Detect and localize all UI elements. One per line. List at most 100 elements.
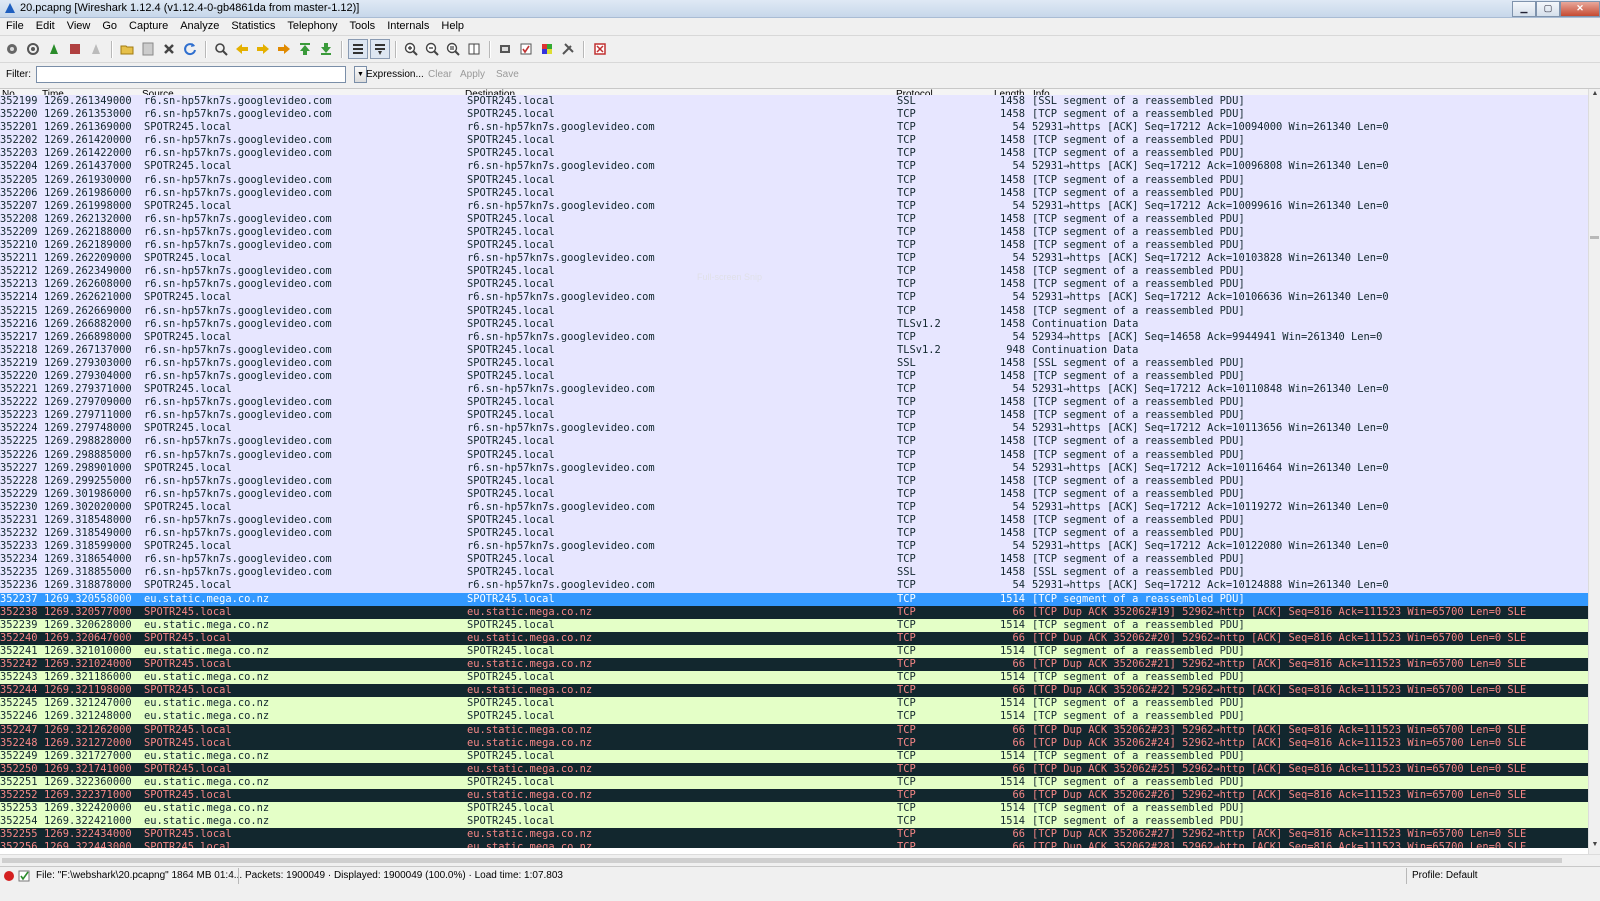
packet-row[interactable]: 352199 1269.261349000 r6.sn-hp57kn7s.googl…: [0, 95, 1588, 109]
scroll-down-icon[interactable]: ▼: [1591, 841, 1599, 848]
packet-row[interactable]: 352206 1269.261986000 r6.sn-hp57kn7s.googl…: [0, 186, 1588, 200]
packet-row[interactable]: 352202 1269.261420000 r6.sn-hp57kn7s.googl…: [0, 134, 1588, 148]
packet-row[interactable]: 352216 1269.266882000 r6.sn-hp57kn7s.googl…: [0, 317, 1588, 331]
packet-row[interactable]: 352210 1269.262189000 r6.sn-hp57kn7s.googl…: [0, 239, 1588, 253]
packet-row[interactable]: 352219 1269.279303000 r6.sn-hp57kn7s.googl…: [0, 356, 1588, 370]
start-capture-icon[interactable]: [45, 40, 63, 58]
packet-row[interactable]: 352201 1269.261369000 SPOTR245.local r6.sn-…: [0, 121, 1588, 135]
scroll-up-icon[interactable]: ▲: [1591, 90, 1599, 97]
packet-row[interactable]: 352252 1269.322371000 SPOTR245.local eu.sta…: [0, 788, 1588, 803]
packet-row[interactable]: 352220 1269.279304000 r6.sn-hp57kn7s.googl…: [0, 369, 1588, 384]
display-filter-input[interactable]: [36, 66, 346, 83]
zoom-in-icon[interactable]: [402, 40, 420, 58]
packet-row[interactable]: 352224 1269.279748000 SPOTR245.local r6.sn-…: [0, 422, 1588, 436]
scrollbar-thumb[interactable]: [1590, 236, 1599, 239]
packet-row[interactable]: 352221 1269.279371000 SPOTR245.local r6.sn-…: [0, 383, 1588, 397]
packet-row[interactable]: 352213 1269.262608000 r6.sn-hp57kn7s.googl…: [0, 278, 1588, 292]
go-back-icon[interactable]: [233, 40, 251, 58]
packet-row[interactable]: 352214 1269.262621000 SPOTR245.local r6.sn-…: [0, 291, 1588, 305]
packet-row[interactable]: 352232 1269.318549000 r6.sn-hp57kn7s.googl…: [0, 527, 1588, 541]
capture-filters-icon[interactable]: [496, 40, 514, 58]
preferences-icon[interactable]: [559, 40, 577, 58]
close-file-icon[interactable]: [160, 40, 178, 58]
menu-telephony[interactable]: Telephony: [281, 18, 343, 35]
display-filters-icon[interactable]: [517, 40, 535, 58]
packet-row[interactable]: 352227 1269.298901000 SPOTR245.local r6.sn-…: [0, 461, 1588, 475]
packet-row[interactable]: 352203 1269.261422000 r6.sn-hp57kn7s.googl…: [0, 147, 1588, 161]
help-icon[interactable]: [591, 40, 609, 58]
close-button[interactable]: ✕: [1560, 1, 1600, 17]
packet-row[interactable]: 352231 1269.318548000 r6.sn-hp57kn7s.googl…: [0, 514, 1588, 528]
packet-row[interactable]: 352247 1269.321262000 SPOTR245.local eu.sta…: [0, 723, 1588, 737]
packet-row[interactable]: 352215 1269.262669000 r6.sn-hp57kn7s.googl…: [0, 304, 1588, 318]
packet-row[interactable]: 352240 1269.320647000 SPOTR245.local eu.sta…: [0, 631, 1588, 645]
colorize-icon[interactable]: [348, 39, 368, 59]
scrollbar-thumb[interactable]: [2, 858, 1562, 863]
capture-comment-icon[interactable]: [18, 870, 30, 882]
packet-row[interactable]: 352228 1269.299255000 r6.sn-hp57kn7s.googl…: [0, 474, 1588, 488]
packet-row[interactable]: 352204 1269.261437000 SPOTR245.local r6.sn-…: [0, 160, 1588, 174]
selected-packet-row[interactable]: 352237 1269.320558000 eu.static.mega.co.nz…: [0, 592, 1588, 606]
vertical-scrollbar[interactable]: ▲ ▼: [1588, 89, 1600, 854]
packet-row[interactable]: 352246 1269.321248000 eu.static.mega.co.nz…: [0, 710, 1588, 724]
packet-row[interactable]: 352205 1269.261930000 r6.sn-hp57kn7s.googl…: [0, 173, 1588, 187]
packet-row[interactable]: 352207 1269.261998000 SPOTR245.local r6.sn-…: [0, 199, 1588, 213]
packet-row[interactable]: 352234 1269.318654000 r6.sn-hp57kn7s.googl…: [0, 553, 1588, 567]
packet-row[interactable]: 352211 1269.262209000 SPOTR245.local r6.sn-…: [0, 252, 1588, 266]
menu-edit[interactable]: Edit: [30, 18, 61, 35]
packet-row[interactable]: 352200 1269.261353000 r6.sn-hp57kn7s.googl…: [0, 108, 1588, 122]
menu-tools[interactable]: Tools: [344, 18, 382, 35]
reload-icon[interactable]: [181, 40, 199, 58]
auto-scroll-icon[interactable]: [370, 39, 390, 59]
packet-row[interactable]: 352230 1269.302020000 SPOTR245.local r6.sn-…: [0, 500, 1588, 514]
maximize-button[interactable]: ▢: [1536, 1, 1560, 17]
packet-row[interactable]: 352256 1269.322443000 SPOTR245.local eu.sta…: [0, 841, 1588, 848]
packet-row[interactable]: 352223 1269.279711000 r6.sn-hp57kn7s.googl…: [0, 409, 1588, 423]
packet-row[interactable]: 352233 1269.318599000 SPOTR245.local r6.sn-…: [0, 540, 1588, 554]
save-filter-button[interactable]: Save: [496, 69, 519, 80]
packet-row[interactable]: 352245 1269.321247000 eu.static.mega.co.nz…: [0, 697, 1588, 711]
packet-row[interactable]: 352253 1269.322420000 eu.static.mega.co.nz…: [0, 802, 1588, 816]
menu-help[interactable]: Help: [435, 18, 470, 35]
packet-row[interactable]: 352236 1269.318878000 SPOTR245.local r6.sn-…: [0, 579, 1588, 593]
packet-row[interactable]: 352255 1269.322434000 SPOTR245.local eu.sta…: [0, 828, 1588, 842]
menu-capture[interactable]: Capture: [123, 18, 174, 35]
menu-analyze[interactable]: Analyze: [174, 18, 225, 35]
menu-internals[interactable]: Internals: [381, 18, 435, 35]
packet-row[interactable]: 352244 1269.321198000 SPOTR245.local eu.sta…: [0, 684, 1588, 698]
packet-row[interactable]: 352248 1269.321272000 SPOTR245.local eu.sta…: [0, 736, 1588, 750]
packet-row[interactable]: 352226 1269.298885000 r6.sn-hp57kn7s.googl…: [0, 448, 1588, 462]
packet-row[interactable]: 352250 1269.321741000 SPOTR245.local eu.sta…: [0, 762, 1588, 776]
capture-options-icon[interactable]: [24, 40, 42, 58]
packet-row[interactable]: 352251 1269.322360000 eu.static.mega.co.nz…: [0, 775, 1588, 789]
packet-row[interactable]: 352217 1269.266898000 SPOTR245.local r6.sn-…: [0, 330, 1588, 344]
menu-file[interactable]: File: [0, 18, 30, 35]
packet-row[interactable]: 352222 1269.279709000 r6.sn-hp57kn7s.googl…: [0, 396, 1588, 410]
clear-button[interactable]: Clear: [428, 69, 452, 80]
minimize-button[interactable]: ▁: [1512, 1, 1536, 17]
menu-statistics[interactable]: Statistics: [225, 18, 281, 35]
packet-row[interactable]: 352229 1269.301986000 r6.sn-hp57kn7s.googl…: [0, 487, 1588, 501]
packet-row[interactable]: 352249 1269.321727000 eu.static.mega.co.nz…: [0, 749, 1588, 763]
go-to-packet-icon[interactable]: [275, 40, 293, 58]
packet-row[interactable]: 352242 1269.321024000 SPOTR245.local eu.sta…: [0, 658, 1588, 672]
packet-row[interactable]: 352209 1269.262188000 r6.sn-hp57kn7s.googl…: [0, 225, 1588, 240]
zoom-normal-icon[interactable]: [444, 40, 462, 58]
packet-row[interactable]: 352235 1269.318855000 r6.sn-hp57kn7s.googl…: [0, 566, 1588, 580]
go-first-packet-icon[interactable]: [296, 40, 314, 58]
go-forward-icon[interactable]: [254, 40, 272, 58]
resize-columns-icon[interactable]: [465, 40, 483, 58]
packet-row[interactable]: 352239 1269.320628000 eu.static.mega.co.nz…: [0, 618, 1588, 632]
menu-go[interactable]: Go: [96, 18, 123, 35]
save-file-icon[interactable]: [139, 40, 157, 58]
packet-row[interactable]: 352208 1269.262132000 r6.sn-hp57kn7s.googl…: [0, 212, 1588, 226]
zoom-out-icon[interactable]: [423, 40, 441, 58]
status-profile[interactable]: Profile: Default: [1412, 870, 1478, 882]
expert-info-icon[interactable]: [3, 870, 15, 882]
coloring-rules-icon[interactable]: [538, 40, 556, 58]
packet-row[interactable]: 352225 1269.298828000 r6.sn-hp57kn7s.googl…: [0, 435, 1588, 449]
packet-row[interactable]: 352243 1269.321186000 eu.static.mega.co.nz…: [0, 671, 1588, 685]
packet-row[interactable]: 352238 1269.320577000 SPOTR245.local eu.sta…: [0, 605, 1588, 619]
restart-capture-icon[interactable]: [87, 40, 105, 58]
packet-row[interactable]: 352241 1269.321010000 eu.static.mega.co.nz…: [0, 644, 1588, 659]
